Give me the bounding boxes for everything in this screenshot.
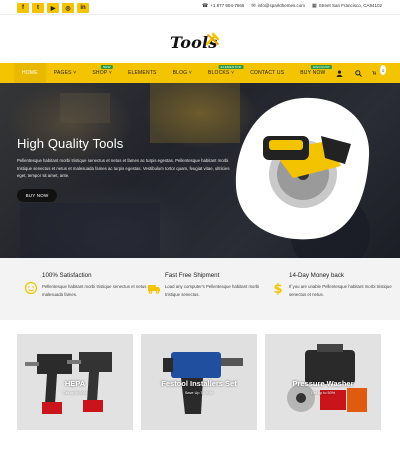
linkedin-icon[interactable]: in — [77, 3, 89, 13]
nav-item-home[interactable]: HOME — [14, 63, 46, 83]
category-subtitle: Get up to 50% — [62, 391, 88, 395]
dollar-icon: $ — [273, 282, 282, 295]
contact-info: ☎ +1 877 904-7665 ✉ info@sparkthemes.com ▦… — [202, 3, 382, 9]
hero-banner: High Quality Tools Pellentesque habitant… — [0, 83, 400, 258]
nav-item-pages[interactable]: PAGES ˅ — [46, 63, 85, 83]
category-title: Festool Installers Set — [161, 379, 237, 388]
feature-text: Pellentesque habitant morbi tristique se… — [42, 284, 152, 297]
category-title: Pressure Washer — [292, 379, 354, 388]
hero-description: Pellentesque habitant morbi tristique se… — [17, 158, 230, 178]
nav-item-contact[interactable]: CONTACT US — [242, 63, 292, 83]
logo-row: Tools — [0, 14, 400, 63]
truck-icon — [148, 285, 160, 294]
cart-icon[interactable]: 0 — [372, 65, 386, 78]
category-title: HEPA — [64, 379, 86, 388]
feature-text: Load any computer's Pellentesque habitan… — [165, 284, 260, 297]
twitter-icon[interactable]: t — [32, 3, 44, 13]
category-card-pressure-washer[interactable]: Pressure Washer Get up to 50% — [265, 334, 381, 430]
category-section: HEPA Get up to 50% Festool Installers Se… — [0, 320, 400, 450]
social-links: f t ▶ ◎ in — [17, 3, 89, 13]
address-contact: ▦ Street San Francisco, CA94102 — [312, 3, 382, 9]
new-badge: NEW — [101, 65, 113, 69]
email-text: info@sparkthemes.com — [257, 3, 305, 8]
feature-text: If you are unable Pellentesque habitant … — [289, 284, 392, 297]
nav-item-buy-now[interactable]: BUY NOW DISCOUNT — [292, 63, 333, 83]
email-contact[interactable]: ✉ info@sparkthemes.com — [251, 3, 305, 9]
buy-now-button[interactable]: BUY NOW — [17, 189, 57, 202]
top-bar: f t ▶ ◎ in ☎ +1 877 904-7665 ✉ info@sparkt… — [0, 0, 400, 14]
category-card-festool[interactable]: Festool Installers Set Save Up To 50% — [141, 334, 257, 430]
nav-item-shop[interactable]: SHOP ˅ NEW — [84, 63, 120, 83]
discount-badge: DISCOUNT — [310, 65, 332, 69]
category-subtitle: Save Up To 50% — [184, 391, 214, 395]
youtube-icon[interactable]: ▶ — [47, 3, 59, 13]
category-card-hepa[interactable]: HEPA Get up to 50% — [17, 334, 133, 430]
phone-icon: ☎ — [202, 3, 209, 9]
hero-title: High Quality Tools — [17, 136, 124, 151]
feature-title: 14-Day Money back — [289, 272, 345, 279]
phone-text: +1 877 904-7665 — [210, 3, 245, 8]
product-image — [235, 97, 370, 240]
nav-item-elements[interactable]: ELEMENTS — [120, 63, 165, 83]
user-icon[interactable] — [334, 68, 344, 78]
address-text: Street San Francisco, CA94102 — [318, 3, 382, 8]
cart-count-badge: 0 — [380, 65, 386, 75]
envelope-icon: ✉ — [251, 3, 256, 9]
tools-logo-icon — [205, 32, 220, 46]
instagram-icon[interactable]: ◎ — [62, 3, 74, 13]
feature-title: Fast Free Shipment — [165, 272, 220, 279]
phone-contact[interactable]: ☎ +1 877 904-7665 — [202, 3, 244, 9]
category-subtitle: Get up to 50% — [310, 391, 336, 395]
svg-text:$: $ — [273, 282, 282, 295]
elementor-badge: ELEMENTOR — [218, 65, 244, 69]
map-icon: ▦ — [311, 3, 317, 9]
nav-item-blocks[interactable]: BLOCKS ˅ ELEMENTOR — [200, 63, 244, 83]
feature-title: 100% Satisfaction — [42, 272, 92, 279]
main-navigation: HOME PAGES ˅ SHOP ˅ NEW ELEMENTS BLOG ˅ B… — [0, 63, 400, 83]
nav-item-blog[interactable]: BLOG ˅ — [165, 63, 200, 83]
smiley-icon — [24, 281, 38, 295]
facebook-icon[interactable]: f — [17, 3, 29, 13]
features-strip: 100% Satisfaction Pellentesque habitant … — [0, 258, 400, 320]
search-icon[interactable] — [353, 68, 363, 78]
